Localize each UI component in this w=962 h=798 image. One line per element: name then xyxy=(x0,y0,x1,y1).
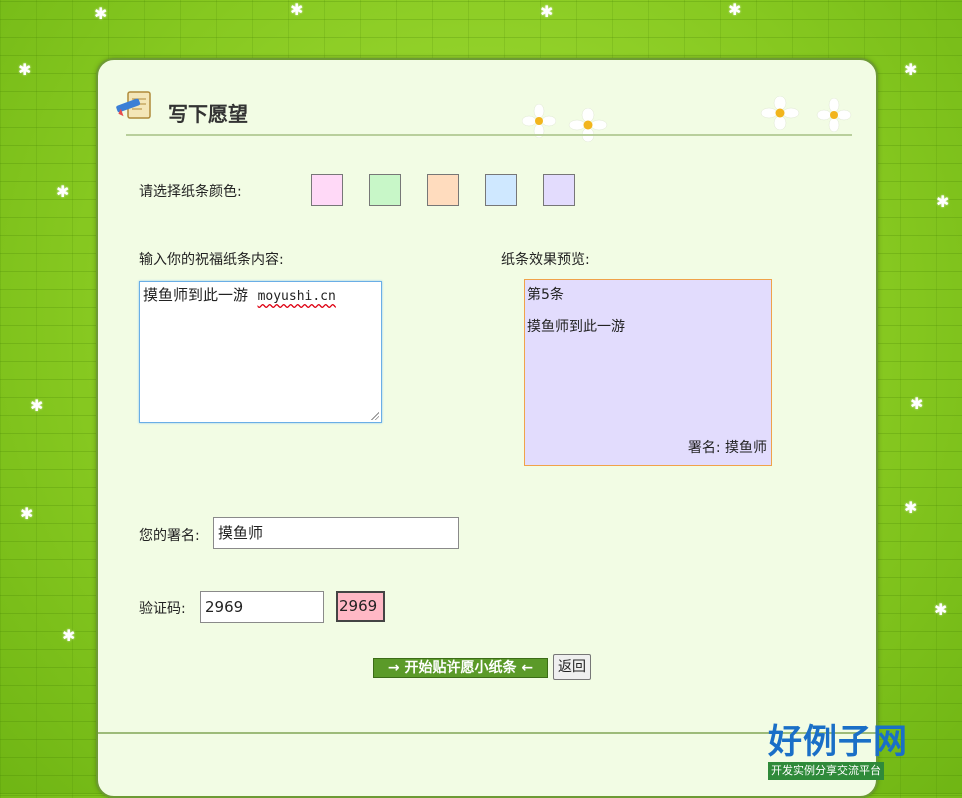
wish-content-textarea[interactable]: 摸鱼师到此一游 moyushi.cn xyxy=(139,281,382,423)
note-text: 摸鱼师到此一游 xyxy=(527,319,625,335)
content-label: 输入你的祝福纸条内容: xyxy=(139,252,284,268)
daisy-icon xyxy=(522,104,556,138)
flower-icon: ✱ xyxy=(94,4,108,23)
flower-icon: ✱ xyxy=(18,60,32,79)
signature-input[interactable]: 摸鱼师 xyxy=(213,517,459,549)
header-divider xyxy=(126,134,852,136)
page-title: 写下愿望 xyxy=(168,102,248,126)
page-header: 写下愿望 xyxy=(112,88,858,142)
captcha-input[interactable]: 2969 xyxy=(200,591,324,623)
flower-icon: ✱ xyxy=(56,182,70,201)
swatch-pink[interactable] xyxy=(311,174,343,206)
flower-icon: ✱ xyxy=(62,626,76,645)
flower-icon: ✱ xyxy=(910,394,924,413)
swatch-green[interactable] xyxy=(369,174,401,206)
pencil-note-icon xyxy=(116,91,151,119)
content-link-text: moyushi.cn xyxy=(257,289,336,304)
flower-icon: ✱ xyxy=(934,600,948,619)
swatch-blue[interactable] xyxy=(485,174,517,206)
color-picker-label: 请选择纸条颜色: xyxy=(139,184,242,200)
note-preview: 第5条 摸鱼师到此一游 署名: 摸鱼师 xyxy=(524,279,772,466)
daisy-icon xyxy=(816,98,852,132)
brand-name: 好例子网 xyxy=(768,722,908,762)
flower-icon: ✱ xyxy=(540,2,554,21)
captcha-image[interactable]: 2969 xyxy=(336,591,385,622)
brand-tagline: 开发实例分享交流平台 xyxy=(768,762,884,780)
daisy-icon xyxy=(568,108,608,142)
swatch-orange[interactable] xyxy=(427,174,459,206)
submit-wish-button[interactable]: → 开始贴许愿小纸条 ← xyxy=(373,658,548,678)
preview-label: 纸条效果预览: xyxy=(501,252,590,268)
content-text: 摸鱼师到此一游 xyxy=(143,286,249,304)
site-logo-watermark: 好例子网 开发实例分享交流平台 xyxy=(768,722,928,780)
flower-icon: ✱ xyxy=(290,0,304,19)
flower-icon: ✱ xyxy=(904,498,918,517)
flower-icon: ✱ xyxy=(30,396,44,415)
swatch-purple[interactable] xyxy=(543,174,575,206)
flower-icon: ✱ xyxy=(728,0,742,19)
flower-icon: ✱ xyxy=(904,60,918,79)
footer-divider xyxy=(98,732,876,734)
flower-icon: ✱ xyxy=(936,192,950,211)
captcha-label: 验证码: xyxy=(139,601,186,617)
daisy-icon xyxy=(760,96,800,130)
wish-form-panel: 写下愿望 请选择纸条颜色: 输入你的祝福纸条内容: 摸鱼师到此一游 moyush… xyxy=(96,58,878,798)
back-button[interactable]: 返回 xyxy=(553,654,591,680)
note-signature: 署名: 摸鱼师 xyxy=(687,440,767,456)
flower-icon: ✱ xyxy=(20,504,34,523)
signature-label: 您的署名: xyxy=(139,528,200,544)
resize-handle[interactable] xyxy=(371,412,379,420)
note-number: 第5条 xyxy=(527,287,564,303)
